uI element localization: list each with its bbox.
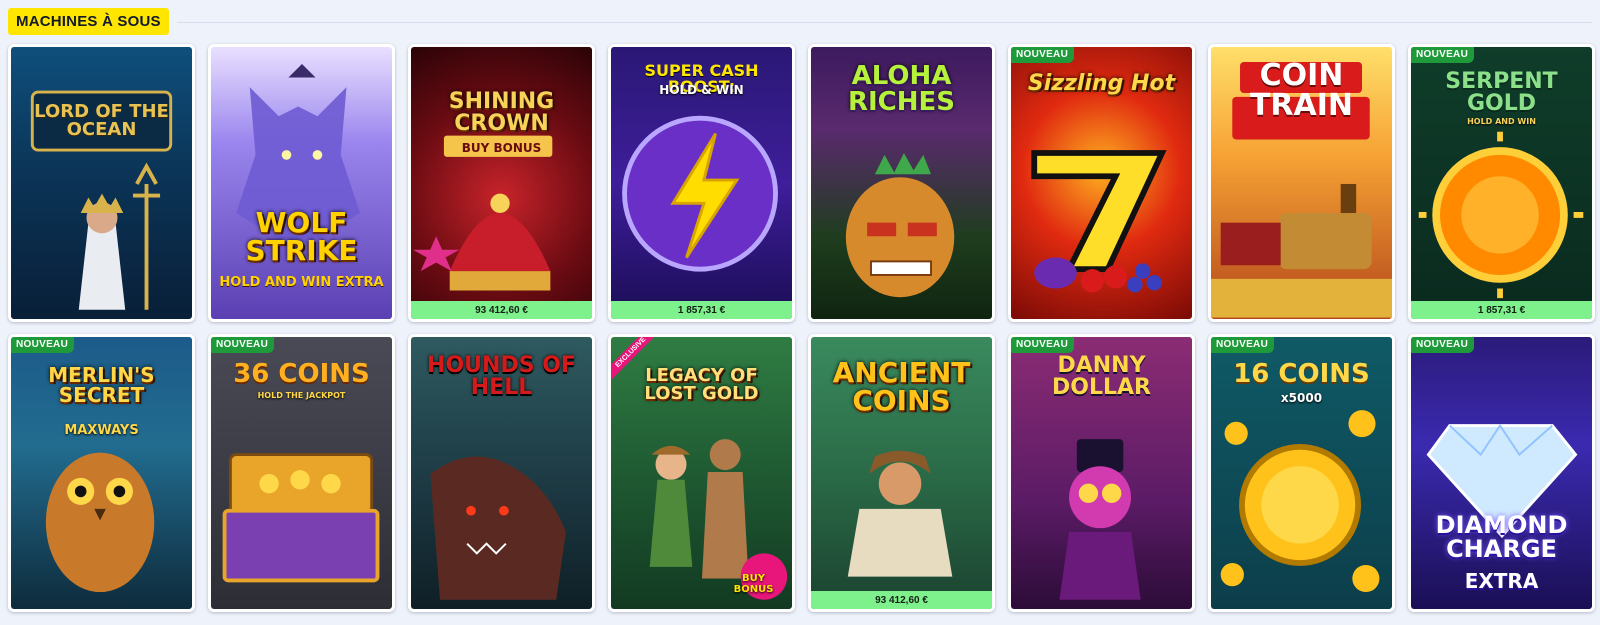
game-title: MERLIN'S SECRET [48, 363, 155, 407]
jackpot-amount: 1 857,31 € [611, 301, 792, 319]
game-subtitle: HOLD AND WIN EXTRA [219, 275, 384, 290]
game-title: 16 COINS [1233, 359, 1370, 389]
game-subtitle: HOLD & WIN [659, 83, 744, 97]
new-badge: NOUVEAU [1411, 337, 1475, 353]
new-badge: NOUVEAU [1011, 337, 1075, 353]
game-subtitle: x5000 [1280, 391, 1323, 405]
game-tile-sizzling-hot[interactable]: NOUVEAU Sizzling Hot [1008, 44, 1195, 322]
game-tile-aloha-riches[interactable]: ALOHA RICHES [808, 44, 995, 322]
game-tile-super-cash-boost[interactable]: SUPER CASH BOOST: HOLD & WIN 1 857,31 € [608, 44, 795, 322]
game-tile-diamond-charge-extra[interactable]: NOUVEAU DIAMOND CHARGE EXTRA [1408, 334, 1595, 612]
new-badge: NOUVEAU [11, 337, 75, 353]
game-title: WOLF STRIKE [245, 206, 358, 267]
game-tile-legacy-of-lost-gold[interactable]: EXCLUSIVE LEGACY OF LOST GOLD BUY BONUS [608, 334, 795, 612]
game-artwork [11, 47, 192, 319]
game-tile-36-coins[interactable]: NOUVEAU 36 COINS HOLD THE JACKPOT [208, 334, 395, 612]
jackpot-amount: 1 857,31 € [1411, 301, 1592, 319]
game-title: LEGACY OF LOST GOLD [644, 365, 759, 404]
new-badge: NOUVEAU [211, 337, 275, 353]
game-grid: LORD OF THE OCEAN WOLF STRIKE HOLD AND W… [8, 44, 1595, 612]
game-tile-hounds-of-hell[interactable]: HOUNDS OF HELL [408, 334, 595, 612]
game-title: DANNY DOLLAR [1052, 353, 1151, 400]
game-tile-merlins-secret[interactable]: NOUVEAU MERLIN'S SECRET MAXWAYS [8, 334, 195, 612]
game-subtitle: HOLD AND WIN [1467, 117, 1536, 126]
new-badge: NOUVEAU [1411, 47, 1475, 63]
game-tile-shining-crown[interactable]: SHINING CROWN BUY BONUS 93 412,60 € [408, 44, 595, 322]
game-title: HOUNDS OF HELL [427, 353, 576, 400]
game-title: LORD OF THE OCEAN [34, 101, 169, 140]
game-title: SHINING CROWN [448, 89, 555, 136]
game-title: COIN TRAIN [1249, 58, 1354, 123]
game-tile-serpent-gold[interactable]: NOUVEAU SERPENT GOLD HOLD AND WIN 1 857,… [1408, 44, 1595, 322]
header-divider [176, 21, 1592, 23]
game-tile-danny-dollar[interactable]: NOUVEAU DANNY DOLLAR [1008, 334, 1195, 612]
game-tile-16-coins[interactable]: NOUVEAU 16 COINS x5000 [1208, 334, 1395, 612]
new-badge: NOUVEAU [1211, 337, 1275, 353]
section-title: MACHINES À SOUS [8, 7, 169, 35]
game-tile-wolf-strike[interactable]: WOLF STRIKE HOLD AND WIN EXTRA [208, 44, 395, 322]
game-title: ALOHA RICHES [847, 61, 956, 117]
game-tile-coin-train[interactable]: COIN TRAIN [1208, 44, 1395, 322]
game-title: 36 COINS [233, 359, 370, 389]
game-title: SERPENT GOLD [1445, 69, 1558, 116]
new-badge: NOUVEAU [1011, 47, 1075, 63]
section-header: MACHINES À SOUS [8, 6, 1592, 36]
game-tile-ancient-coins[interactable]: ANCIENT COINS 93 412,60 € [808, 334, 995, 612]
game-subtitle: EXTRA [1464, 569, 1539, 593]
game-artwork [411, 47, 592, 319]
game-title: DIAMOND CHARGE [1435, 511, 1568, 563]
game-title: ANCIENT COINS [832, 356, 971, 417]
game-subtitle: MAXWAYS [64, 423, 139, 438]
game-title: Sizzling Hot [1027, 71, 1176, 96]
game-subtitle: BUY BONUS [733, 573, 774, 595]
game-tile-lord-of-the-ocean[interactable]: LORD OF THE OCEAN [8, 44, 195, 322]
jackpot-amount: 93 412,60 € [411, 301, 592, 319]
slot-machines-section: MACHINES À SOUS LORD OF THE OCEAN WOLF S… [0, 0, 1600, 625]
game-subtitle: HOLD THE JACKPOT [257, 391, 346, 400]
game-subtitle: BUY BONUS [461, 141, 542, 155]
jackpot-amount: 93 412,60 € [811, 591, 992, 609]
